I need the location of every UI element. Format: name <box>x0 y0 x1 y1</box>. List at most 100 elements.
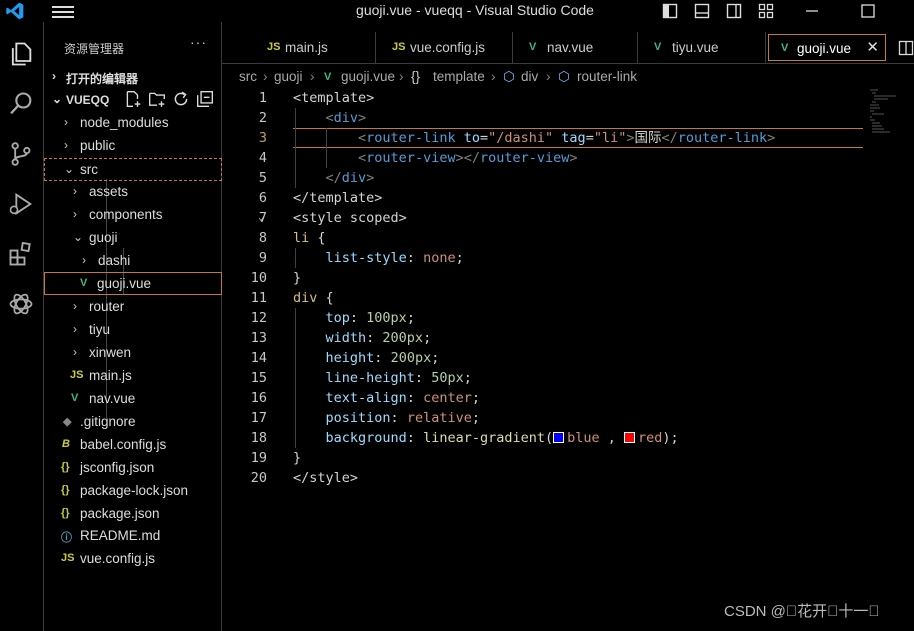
breadcrumb-template[interactable]: template <box>433 69 485 84</box>
line-number: 1 <box>258 90 267 106</box>
tree-item-package-json[interactable]: {} package.json <box>44 503 222 526</box>
code-token: <style scoped> <box>293 210 407 226</box>
breadcrumb-div[interactable]: div <box>521 69 538 84</box>
chevron-right-icon: › <box>310 69 315 84</box>
explorer-icon[interactable] <box>7 40 35 68</box>
line-number: 11 <box>250 290 267 306</box>
tab-main-js[interactable]: JS main.js <box>222 32 376 64</box>
open-editors-label: 打开的编辑器 <box>66 72 139 86</box>
line-number: 15 <box>250 370 267 386</box>
refresh-icon[interactable] <box>172 90 190 108</box>
editor-tabs: JS main.js JS vue.config.js Vnav.vue Vtiyu… <box>222 32 914 64</box>
code-token: router-view <box>479 150 570 166</box>
maximize-icon[interactable] <box>860 3 876 19</box>
code-token: div <box>333 110 359 126</box>
tree-item-main-js[interactable]: JS main.js <box>44 365 222 388</box>
code-token: : <box>406 250 424 266</box>
code-token: } <box>293 450 302 466</box>
open-editors-section[interactable]: › 打开的编辑器 <box>44 66 222 88</box>
tree-item-guoji-vue[interactable]: Vguoji.vue <box>44 272 222 295</box>
breadcrumb-router-link[interactable]: router-link <box>577 69 637 84</box>
js-file-icon: JS <box>267 41 281 53</box>
tree-item-node-modules[interactable]: › node_modules <box>44 112 222 135</box>
new-file-icon[interactable] <box>124 90 142 108</box>
braces-icon: {} <box>411 69 421 84</box>
chevron-down-icon: ⌄ <box>52 92 63 106</box>
tree-item-dashi[interactable]: › dashi <box>44 250 222 273</box>
git-file-icon: ◆ <box>63 416 72 428</box>
tree-item-src[interactable]: ⌄ src <box>44 158 222 181</box>
code-token: to <box>463 130 480 146</box>
tree-item-gitignore[interactable]: ◆ .gitignore <box>44 411 222 434</box>
code-line-13: width: 200px; <box>293 328 432 348</box>
tree-item-babel-config[interactable]: Bbabel.config.js <box>44 434 222 457</box>
watermark: CSDN @ 花开 十一  <box>724 603 880 620</box>
code-token: 100px <box>366 310 407 326</box>
tree-item-router[interactable]: › router <box>44 296 222 319</box>
more-actions-icon[interactable]: ··· <box>190 34 207 50</box>
tab-vue-config-js[interactable]: JS vue.config.js <box>376 32 513 64</box>
code-token: > <box>767 130 776 146</box>
breadcrumb-guoji[interactable]: guoji <box>274 69 303 84</box>
tree-item-public[interactable]: › public <box>44 135 222 158</box>
code-token: = <box>479 130 489 146</box>
code-token: div <box>341 170 367 186</box>
chatgpt-icon[interactable] <box>7 290 35 318</box>
chevron-down-icon: ⌄ <box>64 162 75 176</box>
extensions-icon[interactable] <box>7 240 35 268</box>
source-control-icon[interactable] <box>7 140 35 168</box>
line-number: 14 <box>250 350 267 366</box>
code-token: "/dashi" <box>488 130 554 146</box>
tree-item-xinwen[interactable]: › xinwen <box>44 342 222 365</box>
tab-tiyu-vue[interactable]: Vtiyu.vue <box>638 32 766 64</box>
code-token: none <box>423 250 456 266</box>
tree-item-package-lock[interactable]: {} package-lock.json <box>44 480 222 503</box>
new-folder-icon[interactable] <box>148 90 166 108</box>
tree-item-tiyu[interactable]: › tiyu <box>44 319 222 342</box>
code-token: , <box>599 430 625 446</box>
chevron-right-icon: › <box>52 69 56 83</box>
run-debug-icon[interactable] <box>7 190 35 218</box>
code-token: li <box>293 230 310 246</box>
breadcrumb-src[interactable]: src <box>239 69 257 84</box>
project-section[interactable]: ⌄ VUEQQ <box>44 89 222 111</box>
code-token: "li" <box>593 130 627 146</box>
toggle-secondary-sidebar-icon[interactable] <box>726 3 742 19</box>
close-tab-icon[interactable]: ✕ <box>866 38 879 56</box>
code-token: ); <box>662 430 679 446</box>
code-token: <template> <box>293 90 375 106</box>
toggle-primary-sidebar-icon[interactable] <box>662 3 678 19</box>
tree-item-readme[interactable]: ⓘ README.md <box>44 525 222 548</box>
tab-guoji-vue[interactable]: Vguoji.vue ✕ <box>768 34 886 61</box>
code-line-20: </style> <box>293 468 358 488</box>
code-editor[interactable]: 1 2 3 4 5 6 7 8 9 10 11 12 13 14 15 16 1… <box>222 88 914 631</box>
explorer-toolbar <box>124 90 214 110</box>
code-token: </ <box>661 130 678 146</box>
tree-item-assets[interactable]: › assets <box>44 181 222 204</box>
search-icon[interactable] <box>7 90 35 118</box>
tree-item-guoji[interactable]: ⌄ guoji <box>44 227 222 250</box>
color-swatch-blue[interactable] <box>553 432 565 443</box>
fold-chevron-icon[interactable]: ⌄ <box>258 212 264 223</box>
code-token: width <box>325 330 367 346</box>
tab-nav-vue[interactable]: Vnav.vue <box>513 32 638 64</box>
tree-item-vue-config[interactable]: JS vue.config.js <box>44 548 222 571</box>
tree-item-nav-vue[interactable]: Vnav.vue <box>44 388 222 411</box>
chevron-right-icon: › <box>73 184 77 198</box>
tree-item-components[interactable]: › components <box>44 204 222 227</box>
minimap[interactable] <box>870 88 900 138</box>
minimize-icon[interactable] <box>804 3 820 19</box>
code-token: top <box>325 310 350 326</box>
line-number: 12 <box>250 310 267 326</box>
tree-item-jsconfig[interactable]: {} jsconfig.json <box>44 457 222 480</box>
code-token: ; <box>431 350 440 366</box>
breadcrumb-guoji-vue[interactable]: guoji.vue <box>341 69 395 84</box>
code-token: < <box>358 150 367 166</box>
customize-layout-icon[interactable] <box>758 3 774 19</box>
code-token: { <box>309 230 326 246</box>
color-swatch-red[interactable] <box>624 432 636 443</box>
code-token: relative <box>406 410 472 426</box>
split-editor-icon[interactable] <box>898 40 914 56</box>
collapse-all-icon[interactable] <box>196 90 214 108</box>
toggle-panel-icon[interactable] <box>694 3 710 19</box>
